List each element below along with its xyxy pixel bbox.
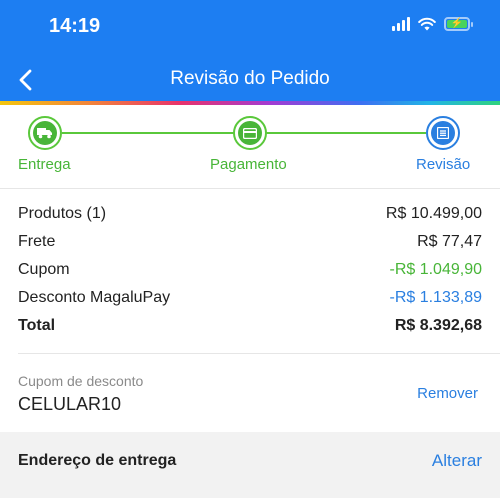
step-payment-circle[interactable] — [233, 116, 267, 150]
delivery-address-title: Endereço de entrega — [18, 452, 177, 469]
step-label-delivery[interactable]: Entrega — [18, 156, 71, 173]
delivery-address-section: Endereço de entrega Alterar — [0, 432, 500, 498]
list-icon — [437, 127, 449, 139]
change-address-button[interactable]: Alterar — [432, 451, 482, 471]
summary-row-coupon: Cupom -R$ 1.049,90 — [18, 256, 482, 284]
summary-row-products: Produtos (1) R$ 10.499,00 — [18, 200, 482, 228]
step-connector — [62, 132, 234, 134]
wifi-icon — [418, 17, 436, 31]
signal-icon — [392, 17, 410, 31]
card-icon — [243, 127, 257, 139]
coupon-discount-value: -R$ 1.049,90 — [389, 261, 482, 278]
summary-row-total: Total R$ 8.392,68 — [18, 312, 482, 340]
step-label-payment[interactable]: Pagamento — [210, 156, 287, 173]
magalupay-discount-label: Desconto MagaluPay — [18, 289, 171, 306]
total-label: Total — [18, 317, 56, 334]
coupon-code: CELULAR10 — [18, 394, 122, 414]
page-title: Revisão do Pedido — [170, 68, 330, 89]
status-icons: ⚡ — [392, 17, 473, 31]
step-label-review[interactable]: Revisão — [416, 156, 470, 173]
summary-row-shipping: Frete R$ 77,47 — [18, 228, 482, 256]
coupon-discount-label: Cupom — [18, 261, 70, 278]
step-connector — [266, 132, 426, 134]
app-header: 14:19 ⚡ Revisão do Pedido — [0, 0, 500, 103]
total-value: R$ 8.392,68 — [394, 317, 482, 334]
truck-icon — [37, 128, 52, 139]
step-delivery-circle[interactable] — [28, 116, 62, 150]
products-label: Produtos (1) — [18, 205, 107, 222]
checkout-stepper: Entrega Pagamento Revisão — [0, 105, 500, 189]
shipping-label: Frete — [18, 233, 56, 250]
order-summary: Produtos (1) R$ 10.499,00 Frete R$ 77,47… — [18, 200, 482, 340]
products-value: R$ 10.499,00 — [385, 205, 482, 222]
battery-icon: ⚡ — [444, 17, 473, 31]
shipping-value: R$ 77,47 — [417, 233, 482, 250]
charging-bolt-icon: ⚡ — [450, 18, 464, 29]
step-review-circle[interactable] — [426, 116, 460, 150]
section-divider — [18, 353, 500, 354]
coupon-field-label: Cupom de desconto — [18, 373, 144, 389]
summary-row-magalupay: Desconto MagaluPay -R$ 1.133,89 — [18, 284, 482, 312]
status-time: 14:19 — [49, 15, 101, 37]
remove-coupon-button[interactable]: Remover — [417, 385, 478, 402]
magalupay-discount-value: -R$ 1.133,89 — [389, 289, 482, 306]
